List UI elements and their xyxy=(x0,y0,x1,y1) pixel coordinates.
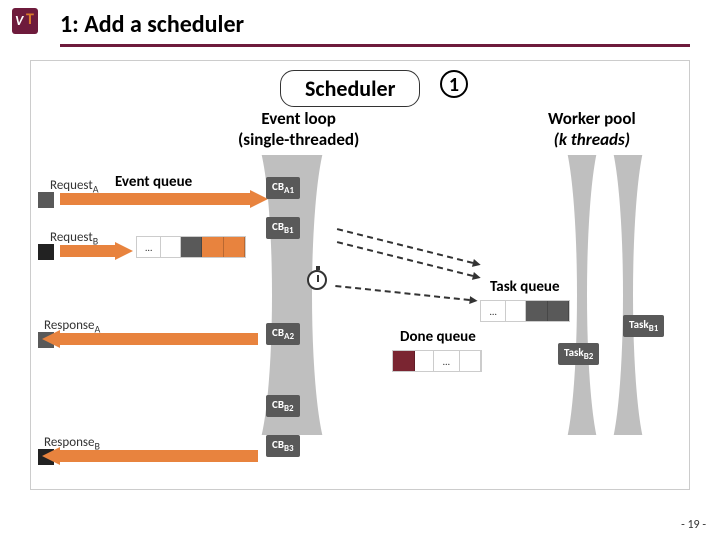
event-loop-label: Event loop (single-threaded) xyxy=(238,108,359,150)
step-1-badge: 1 xyxy=(440,70,468,98)
task-queue-cell xyxy=(506,301,526,321)
request-arrow xyxy=(60,245,115,257)
done-queue: … xyxy=(392,350,482,372)
event-queue-cell-orange xyxy=(202,237,223,257)
event-loop-line2: (single-threaded) xyxy=(238,129,359,150)
done-queue-cell: … xyxy=(434,351,459,371)
event-queue-cell xyxy=(181,237,202,257)
task-queue-cell xyxy=(526,301,548,321)
done-queue-label: Done queue xyxy=(400,328,476,346)
worker-pool-inner-curve xyxy=(587,155,623,435)
response-arrow xyxy=(60,450,258,462)
worker-pool-shape xyxy=(555,155,655,435)
cb-b3-box: CBB3 xyxy=(266,435,300,457)
event-loop-line1: Event loop xyxy=(261,108,336,129)
done-queue-cell xyxy=(415,351,435,371)
worker-pool-label: Worker pool (k threads) xyxy=(548,108,636,150)
event-queue: … xyxy=(136,236,246,258)
slide-title: 1: Add a scheduler xyxy=(60,10,244,39)
event-queue-cell xyxy=(161,237,180,257)
response-arrow xyxy=(60,333,258,345)
task-queue-cell xyxy=(548,301,570,321)
task-queue-label: Task queue xyxy=(490,278,560,296)
client-cube-b xyxy=(38,244,54,260)
event-queue-cell-orange xyxy=(224,237,245,257)
event-queue-label: Event queue xyxy=(115,173,192,191)
task-b2-box: TaskB2 xyxy=(558,343,599,365)
event-queue-cell: … xyxy=(137,237,161,257)
task-queue: … xyxy=(480,300,570,322)
cb-b2-box: CBB2 xyxy=(266,395,300,417)
stopwatch-icon xyxy=(307,270,327,290)
worker-pool-line1: Worker pool xyxy=(548,108,636,129)
done-queue-cell xyxy=(460,351,482,371)
cb-b1-box: CBB1 xyxy=(266,217,300,239)
task-queue-cell: … xyxy=(481,301,506,321)
logo-t: T xyxy=(26,10,34,29)
logo: V T xyxy=(12,8,38,34)
request-arrow xyxy=(60,193,250,205)
page-number: - 19 - xyxy=(681,518,706,532)
scheduler-label: Scheduler xyxy=(280,70,420,107)
logo-v: V xyxy=(15,12,22,29)
cb-a2-box: CBA2 xyxy=(266,323,300,345)
logo-box: V T xyxy=(12,8,38,34)
worker-pool-line2: (k threads) xyxy=(554,129,630,150)
titlebar xyxy=(60,44,690,47)
cb-a1-box: CBA1 xyxy=(266,177,300,199)
client-cube-a xyxy=(38,192,54,208)
done-queue-cell xyxy=(393,351,415,371)
task-b1-box: TaskB1 xyxy=(623,315,664,337)
